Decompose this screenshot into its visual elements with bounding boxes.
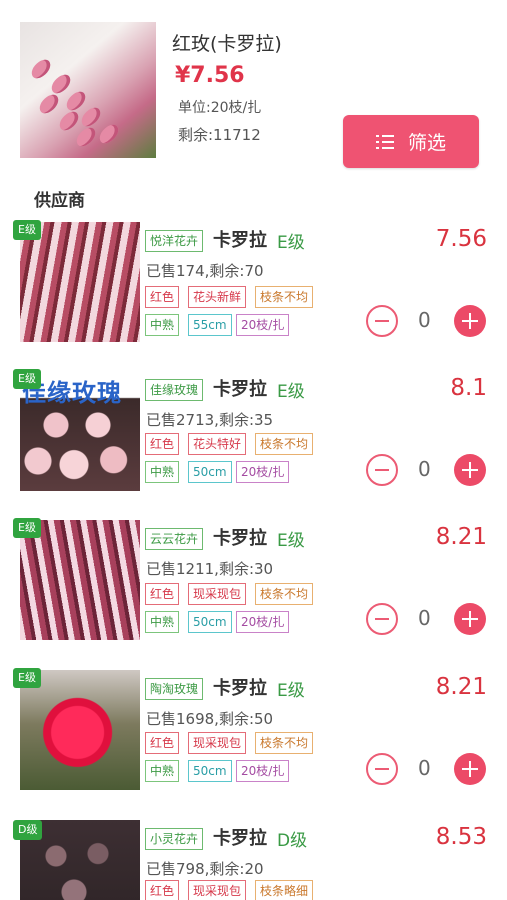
supplier-row[interactable]: E级 悦洋花卉 卡罗拉 E级 已售174,剩余:70 红色 花头新鲜 枝条不均 … bbox=[0, 220, 507, 372]
supplier-thumbnail[interactable] bbox=[20, 222, 140, 342]
quality-tag: 现采现包 bbox=[188, 732, 247, 754]
decrease-button[interactable] bbox=[366, 305, 398, 337]
color-tag: 红色 bbox=[145, 583, 180, 605]
section-title: 供应商 bbox=[34, 191, 85, 211]
quantity-value: 0 bbox=[418, 606, 431, 630]
supplier-price: 8.53 bbox=[435, 824, 487, 850]
supplier-price: 8.21 bbox=[435, 524, 487, 550]
variety-name: 卡罗拉 bbox=[213, 379, 267, 400]
filter-label: 筛选 bbox=[407, 132, 446, 154]
grade-label: E级 bbox=[277, 233, 305, 253]
length-tag: 50cm bbox=[188, 760, 232, 782]
product-name: 红玫(卡罗拉) bbox=[172, 33, 282, 55]
color-tag: 红色 bbox=[145, 286, 180, 308]
list-icon bbox=[375, 134, 394, 149]
increase-button[interactable] bbox=[454, 603, 486, 635]
length-tag: 50cm bbox=[188, 611, 232, 633]
quality-tag: 现采现包 bbox=[188, 880, 247, 900]
length-tag: 50cm bbox=[188, 461, 232, 483]
grade-label: D级 bbox=[277, 831, 308, 851]
supplier-price: 7.56 bbox=[435, 226, 487, 252]
stem-tag: 枝条略细 bbox=[255, 880, 314, 900]
grade-label: E级 bbox=[277, 382, 305, 402]
supplier-row[interactable]: D级 小灵花卉 卡罗拉 D级 已售798,剩余:20 红色 现采现包 枝条略细 … bbox=[0, 820, 507, 900]
bundle-tag: 20枝/扎 bbox=[236, 760, 290, 782]
quality-tag: 花头特好 bbox=[188, 433, 247, 455]
grade-badge: D级 bbox=[13, 820, 43, 840]
quantity-value: 0 bbox=[418, 308, 431, 332]
variety-name: 卡罗拉 bbox=[213, 678, 267, 699]
quality-tag: 花头新鲜 bbox=[188, 286, 247, 308]
quantity-value: 0 bbox=[418, 756, 431, 780]
product-image bbox=[20, 22, 156, 158]
grade-label: E级 bbox=[277, 681, 305, 701]
grade-badge: E级 bbox=[13, 220, 41, 240]
grade-badge: E级 bbox=[13, 518, 41, 538]
maturity-tag: 中熟 bbox=[145, 760, 180, 782]
maturity-tag: 中熟 bbox=[145, 461, 180, 483]
shop-name-tag: 陶淘玫瑰 bbox=[145, 678, 204, 700]
bundle-tag: 20枝/扎 bbox=[236, 611, 290, 633]
product-stock: 剩余:11712 bbox=[178, 126, 261, 144]
increase-button[interactable] bbox=[454, 753, 486, 785]
supplier-price: 8.1 bbox=[450, 375, 487, 401]
grade-label: E级 bbox=[277, 531, 305, 551]
supplier-thumbnail[interactable] bbox=[20, 670, 140, 790]
stem-tag: 枝条不均 bbox=[255, 583, 314, 605]
grade-badge: E级 bbox=[13, 369, 41, 389]
stem-tag: 枝条不均 bbox=[255, 732, 314, 754]
maturity-tag: 中熟 bbox=[145, 314, 180, 336]
shop-name-tag: 悦洋花卉 bbox=[145, 230, 204, 252]
shop-name-tag: 云云花卉 bbox=[145, 528, 204, 550]
color-tag: 红色 bbox=[145, 732, 180, 754]
supplier-row[interactable]: E级 云云花卉 卡罗拉 E级 已售1211,剩余:30 红色 现采现包 枝条不均… bbox=[0, 518, 507, 670]
supplier-thumbnail[interactable] bbox=[20, 520, 140, 640]
decrease-button[interactable] bbox=[366, 753, 398, 785]
product-unit: 单位:20枝/扎 bbox=[178, 100, 262, 116]
variety-name: 卡罗拉 bbox=[213, 828, 267, 849]
bundle-tag: 20枝/扎 bbox=[236, 461, 290, 483]
supplier-row[interactable]: 佳缘玫瑰 E级 佳缘玫瑰 卡罗拉 E级 已售2713,剩余:35 红色 花头特好… bbox=[0, 369, 507, 521]
increase-button[interactable] bbox=[454, 454, 486, 486]
bundle-tag: 20枝/扎 bbox=[236, 314, 290, 336]
decrease-button[interactable] bbox=[366, 454, 398, 486]
color-tag: 红色 bbox=[145, 880, 180, 900]
sold-stock-text: 已售174,剩余:70 bbox=[146, 262, 264, 280]
quality-tag: 现采现包 bbox=[188, 583, 247, 605]
sold-stock-text: 已售1211,剩余:30 bbox=[146, 560, 274, 578]
decrease-button[interactable] bbox=[366, 603, 398, 635]
sold-stock-text: 已售1698,剩余:50 bbox=[146, 710, 274, 728]
supplier-row[interactable]: E级 陶淘玫瑰 卡罗拉 E级 已售1698,剩余:50 红色 现采现包 枝条不均… bbox=[0, 668, 507, 820]
supplier-thumbnail[interactable]: 佳缘玫瑰 bbox=[20, 371, 140, 491]
stem-tag: 枝条不均 bbox=[255, 286, 314, 308]
variety-name: 卡罗拉 bbox=[213, 528, 267, 549]
color-tag: 红色 bbox=[145, 433, 180, 455]
length-tag: 55cm bbox=[188, 314, 232, 336]
sold-stock-text: 已售2713,剩余:35 bbox=[146, 411, 274, 429]
grade-badge: E级 bbox=[13, 668, 41, 688]
maturity-tag: 中熟 bbox=[145, 611, 180, 633]
stem-tag: 枝条不均 bbox=[255, 433, 314, 455]
shop-name-tag: 佳缘玫瑰 bbox=[145, 379, 204, 401]
product-header: 红玫(卡罗拉) ¥7.56 单位:20枝/扎 剩余:11712 筛选 bbox=[0, 0, 507, 175]
product-price: ¥7.56 bbox=[175, 63, 245, 88]
shop-name-tag: 小灵花卉 bbox=[145, 828, 204, 850]
supplier-price: 8.21 bbox=[435, 674, 487, 700]
quantity-value: 0 bbox=[418, 457, 431, 481]
variety-name: 卡罗拉 bbox=[213, 230, 267, 251]
sold-stock-text: 已售798,剩余:20 bbox=[146, 860, 264, 878]
filter-button[interactable]: 筛选 bbox=[343, 115, 479, 168]
increase-button[interactable] bbox=[454, 305, 486, 337]
